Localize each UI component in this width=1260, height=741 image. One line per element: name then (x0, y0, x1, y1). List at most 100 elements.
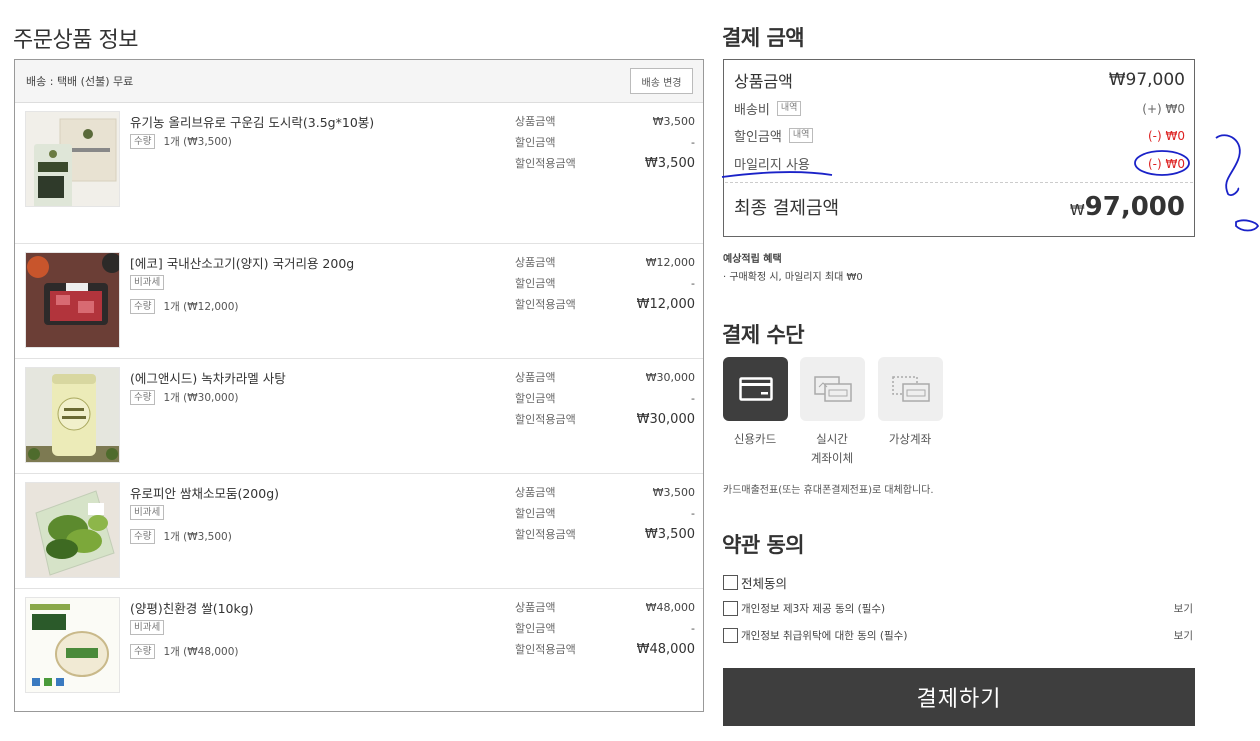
item-prices: 상품금액 ₩12,000 할인금액 - 할인적용금액 ₩12,000 (515, 254, 695, 317)
quantity-text: 1개 (₩3,500) (163, 530, 232, 543)
quantity-text: 1개 (₩3,500) (163, 135, 232, 148)
order-item: [에코] 국내산소고기(양지) 국거리용 200g 비과세 수량 1개 (₩12… (15, 244, 703, 359)
view-terms-link[interactable]: 보기 (1174, 628, 1193, 643)
product-price-label: 상품금액 (515, 486, 556, 499)
shipping-detail-button[interactable]: 내역 (776, 101, 802, 116)
product-price: ₩30,000 (645, 371, 695, 384)
item-prices: 상품금액 ₩48,000 할인금액 - 할인적용금액 ₩48,000 (515, 599, 695, 662)
product-image-salad[interactable] (25, 482, 120, 578)
shipping-fee-value: (+) ₩0 (1142, 101, 1185, 116)
discount-value: - (691, 136, 695, 149)
privacy-third-party-checkbox[interactable] (723, 601, 738, 616)
discounted-price: ₩3,500 (644, 527, 695, 542)
product-name[interactable]: 유로피안 쌈채소모둠(200g) (130, 483, 279, 502)
agree-all-label[interactable]: 전체동의 (741, 573, 787, 592)
discount-value: - (691, 507, 695, 520)
quantity-text: 1개 (₩48,000) (163, 645, 239, 658)
terms-title: 약관 동의 (722, 533, 805, 557)
discounted-price-label: 할인적용금액 (515, 157, 576, 170)
shipping-info: 배송 : 택배 (선불) 무료 (26, 75, 134, 88)
quantity-tag: 수량 (130, 298, 156, 314)
agree-all-row: 전체동의 (723, 573, 1193, 592)
mileage-value: (-) ₩0 (1147, 156, 1185, 171)
discount-value: (-) ₩0 (1147, 128, 1185, 143)
virtual-account-icon (891, 376, 930, 402)
final-amount-value: 97,000 (1084, 192, 1185, 222)
product-price-label: 상품금액 (515, 256, 556, 269)
mileage-label: 마일리지 사용 (734, 158, 810, 173)
discount-detail-button[interactable]: 내역 (788, 128, 814, 143)
virtual-account-method-button[interactable] (878, 357, 943, 421)
terms-row: 개인정보 제3자 제공 동의 (필수) 보기 (723, 601, 1193, 616)
expected-benefit: 예상적립 혜택 · 구매확정 시, 마일리지 최대 ₩0 (723, 251, 863, 287)
quantity-text: 1개 (₩12,000) (163, 300, 239, 313)
product-name[interactable]: (에그앤시드) 녹차카라멜 사탕 (130, 368, 286, 387)
product-name[interactable]: (양평)친환경 쌀(10kg) (130, 598, 254, 617)
item-prices: 상품금액 ₩3,500 할인금액 - 할인적용금액 ₩3,500 (515, 113, 695, 176)
product-price-label: 상품금액 (515, 115, 556, 128)
benefit-line: · 구매확정 시, 마일리지 최대 ₩0 (723, 272, 863, 283)
discount-row: 할인금액 내역 (-) ₩0 (734, 126, 1185, 145)
discounted-price-label: 할인적용금액 (515, 298, 576, 311)
divider (725, 182, 1193, 183)
discount-label: 할인금액 (515, 507, 556, 520)
change-shipping-button[interactable]: 배송 변경 (630, 68, 693, 94)
order-item: 유로피안 쌈채소모둠(200g) 비과세 수량 1개 (₩3,500) 상품금액… (15, 474, 703, 589)
payment-method-title: 결제 수단 (722, 323, 805, 347)
product-image-beef[interactable] (25, 252, 120, 348)
order-item: 유기농 올리브유로 구운김 도시락(3.5g*10봉) 수량 1개 (₩3,50… (15, 103, 703, 244)
privacy-outsourcing-label[interactable]: 개인정보 취급위탁에 대한 동의 (필수) (741, 628, 907, 643)
product-image-seaweed[interactable] (25, 111, 120, 207)
discount-value: - (691, 622, 695, 635)
product-image-rice[interactable] (25, 597, 120, 693)
discounted-price: ₩12,000 (636, 297, 695, 312)
quantity-text: 1개 (₩30,000) (163, 391, 239, 404)
bank-transfer-label: 실시간 계좌이체 (810, 432, 854, 465)
credit-card-label: 신용카드 (733, 432, 777, 446)
annotation-dot (1235, 219, 1260, 232)
credit-card-icon (738, 377, 773, 401)
quantity-tag: 수량 (130, 133, 156, 149)
quantity-tag: 수량 (130, 643, 156, 659)
bank-transfer-method-button[interactable] (800, 357, 865, 421)
terms-row: 개인정보 취급위탁에 대한 동의 (필수) 보기 (723, 628, 1193, 643)
bank-transfer-icon (813, 376, 852, 402)
product-price: ₩48,000 (645, 601, 695, 614)
order-item: (에그앤시드) 녹차카라멜 사탕 수량 1개 (₩30,000) 상품금액 ₩30… (15, 359, 703, 474)
product-total-label: 상품금액 (734, 72, 793, 91)
product-name[interactable]: [에코] 국내산소고기(양지) 국거리용 200g (130, 253, 354, 272)
discount-label: 할인금액 (515, 277, 556, 290)
item-prices: 상품금액 ₩3,500 할인금액 - 할인적용금액 ₩3,500 (515, 484, 695, 547)
privacy-outsourcing-checkbox[interactable] (723, 628, 738, 643)
card-receipt-note: 카드매출전표(또는 휴대폰결제전표)로 대체합니다. (723, 485, 934, 496)
discounted-price-label: 할인적용금액 (515, 413, 576, 426)
shipping-fee-label: 배송비 (734, 103, 770, 118)
discounted-price-label: 할인적용금액 (515, 528, 576, 541)
annotation-question-mark (1215, 134, 1241, 196)
payment-amount-title: 결제 금액 (722, 26, 805, 50)
virtual-account-label: 가상계좌 (888, 432, 932, 446)
credit-card-method-button[interactable] (723, 357, 788, 421)
product-name[interactable]: 유기농 올리브유로 구운김 도시락(3.5g*10봉) (130, 112, 374, 131)
discount-label: 할인금액 (515, 136, 556, 149)
product-price: ₩3,500 (652, 486, 695, 499)
product-total-row: 상품금액 ₩97,000 (734, 68, 1185, 92)
tax-free-tag: 비과세 (130, 619, 165, 635)
discounted-price-label: 할인적용금액 (515, 643, 576, 656)
tax-free-tag: 비과세 (130, 274, 165, 290)
pay-button[interactable]: 결제하기 (723, 668, 1195, 726)
discount-label: 할인금액 (734, 130, 782, 145)
privacy-third-party-label[interactable]: 개인정보 제3자 제공 동의 (필수) (741, 601, 885, 616)
agree-all-checkbox[interactable] (723, 575, 738, 590)
discount-label: 할인금액 (515, 392, 556, 405)
order-section-title: 주문상품 정보 (13, 28, 138, 53)
product-price-label: 상품금액 (515, 371, 556, 384)
discounted-price: ₩48,000 (636, 642, 695, 657)
final-amount-row: 최종 결제금액 ₩97,000 (734, 192, 1185, 222)
product-image-caramel[interactable] (25, 367, 120, 463)
view-terms-link[interactable]: 보기 (1174, 601, 1193, 616)
payment-summary-box: 상품금액 ₩97,000 배송비 내역 (+) ₩0 할인금액 내역 (-) ₩0 … (723, 59, 1195, 237)
mileage-row: 마일리지 사용 (-) ₩0 (734, 154, 1185, 174)
shipping-fee-row: 배송비 내역 (+) ₩0 (734, 99, 1185, 118)
item-prices: 상품금액 ₩30,000 할인금액 - 할인적용금액 ₩30,000 (515, 369, 695, 432)
